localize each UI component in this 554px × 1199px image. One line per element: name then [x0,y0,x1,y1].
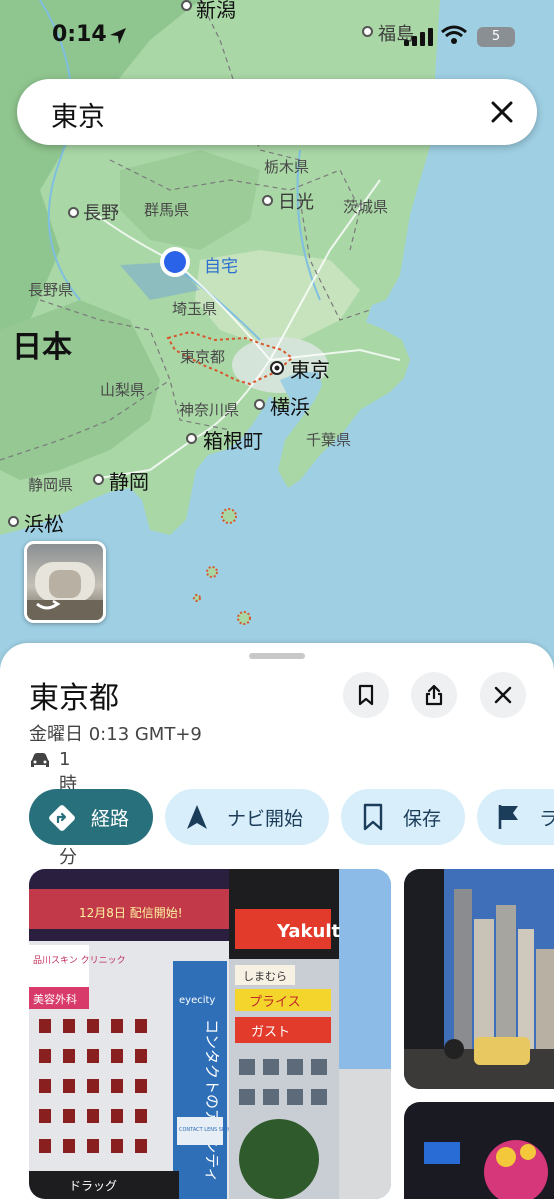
search-bar[interactable]: 東京 [17,79,537,145]
local-time-info: 金曜日 0:13 GMT+9 [29,724,202,745]
map-label-nagano-city: 長野 [83,203,119,224]
navigate-label: ナビ開始 [227,808,304,830]
place-photo-main[interactable]: 12月8日 配信開始! 品川スキン クリニック 美容外科 eyecity コンタ… [29,869,391,1199]
place-photo-3[interactable] [404,1102,554,1199]
status-bar: 0:14 5 [0,0,554,70]
photo-text-beauty: 美容外科 [33,992,77,1006]
map-label-saitama: 埼玉県 [172,300,218,318]
map-dot-hamamatsu [8,516,19,527]
map-label-home[interactable]: 自宅 [204,252,238,277]
directions-icon [49,805,75,831]
photo-text-gusto: ガスト [251,1025,290,1040]
bookmark-button[interactable] [343,672,389,718]
map-label-nikko: 日光 [278,192,314,213]
photo-text-eyecity: コンタクトのアイシティ [203,1019,221,1182]
photo-text-yakult: Yakult [276,921,340,942]
cellular-signal-icon [404,28,433,46]
flag-icon [498,805,518,829]
label-button[interactable]: ラ [477,789,554,845]
map-dot-nagano [68,207,79,218]
share-icon [425,684,443,706]
save-button[interactable]: 保存 [341,789,465,845]
map-label-gunma: 群馬県 [144,201,190,219]
map-label-nagano-pref: 長野県 [28,281,74,299]
map-label-hamamatsu: 浜松 [24,512,64,536]
place-title: 東京都 [29,681,119,716]
photo-night-street [404,1102,554,1199]
search-query[interactable]: 東京 [51,95,105,134]
save-label: 保存 [403,808,442,830]
status-time: 0:14 [52,22,107,47]
label-label: ラ [539,808,554,830]
look-around-thumbnail[interactable] [24,541,106,623]
map-dot-shizuoka [93,474,104,485]
map-label-tokyo-to: 東京都 [180,348,226,366]
map-label-tokyo[interactable]: 東京 [290,354,330,383]
photo-shibuya-street: 12月8日 配信開始! 品川スキン クリニック 美容外科 eyecity コンタ… [29,869,391,1199]
map-dot-hakone [186,433,197,444]
photo-text-billboard: 12月8日 配信開始! [79,906,183,920]
save-bookmark-icon [363,803,383,831]
place-photo-2[interactable] [404,869,554,1089]
close-button[interactable] [480,672,526,718]
map-dot-yokohama [254,399,265,410]
share-button[interactable] [411,672,457,718]
directions-label: 経路 [91,808,130,830]
photo-text-shopping: ドラッグ [69,1179,117,1193]
place-sheet[interactable]: 東京都 金曜日 0:13 GMT+9 1 時間 41 分 経路 [0,643,554,1199]
clear-search-icon[interactable] [489,99,515,125]
map-label-japan: 日本 [12,330,72,365]
map-label-shizuoka-pref: 静岡県 [28,476,74,494]
photo-city-buildings [404,869,554,1089]
bookmark-icon [358,684,374,706]
navigate-button[interactable]: ナビ開始 [165,789,329,845]
location-arrow-icon [110,28,126,44]
user-location-dot [164,251,186,273]
photo-text-shimamura: しまむら [243,970,287,983]
map-label-ibaraki: 茨城県 [343,198,389,216]
navigation-arrow-icon [187,805,207,829]
map-dot-nikko [262,195,273,206]
battery-indicator: 5 [477,27,515,47]
map-label-hakone: 箱根町 [203,429,263,453]
photo-text-eyecity-brand: eyecity [179,995,215,1006]
sheet-drag-handle[interactable] [249,653,305,659]
map-label-kanagawa: 神奈川県 [179,401,240,419]
wifi-icon [441,25,467,44]
map-label-yokohama: 横浜 [270,395,310,419]
close-icon [494,686,512,704]
photo-text-clinic: 品川スキン クリニック [33,955,126,966]
map-label-chiba: 千葉県 [306,431,352,449]
directions-button[interactable]: 経路 [29,789,153,845]
car-icon [31,753,49,767]
map-label-shizuoka-city: 静岡 [109,470,149,494]
map-label-tochigi: 栃木県 [264,158,310,176]
photo-text-price: プライス [249,995,301,1010]
map-label-yamanashi: 山梨県 [100,381,146,399]
